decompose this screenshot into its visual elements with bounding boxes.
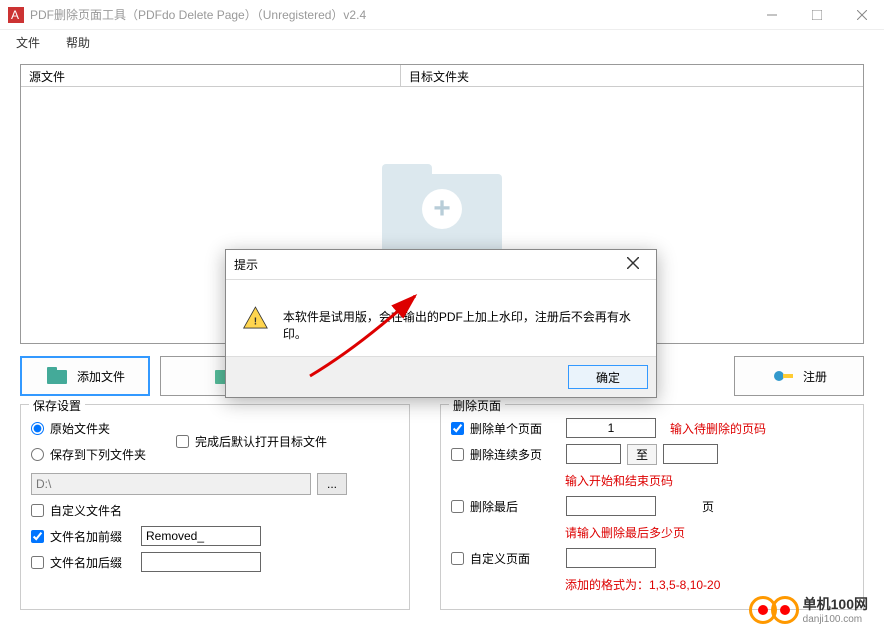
last-pages-input[interactable] [566,496,656,516]
alert-dialog: 提示 ! 本软件是试用版，会在输出的PDF上加上水印，注册后不会再有水印。 确定 [225,249,657,398]
label-delete-last: 删除最后 [470,498,560,515]
dialog-ok-button[interactable]: 确定 [568,365,648,389]
label-delete-custom: 自定义页面 [470,550,560,567]
watermark-main: 单机100网 [803,594,868,614]
close-icon [627,257,639,269]
delete-pages-group: 删除页面 删除单个页面 输入待删除的页码 删除连续多页 至 输入开始和结束页码 … [440,404,864,610]
suffix-input[interactable] [141,552,261,572]
save-settings-group: 保存设置 原始文件夹 保存到下列文件夹 完成后默认打开目标文件 [20,404,410,610]
col-source[interactable]: 源文件 [21,65,401,86]
add-file-button[interactable]: 添加文件 [20,356,150,396]
chk-delete-range[interactable] [451,448,464,461]
maximize-button[interactable] [794,0,839,30]
menu-help[interactable]: 帮助 [62,32,94,53]
watermark-sub: danji100.com [803,614,868,625]
minimize-button[interactable] [749,0,794,30]
chk-open-after[interactable] [176,435,189,448]
col-target[interactable]: 目标文件夹 [401,65,863,86]
window-title: PDF删除页面工具（PDFdo Delete Page）（Unregistere… [30,6,749,23]
label-suffix: 文件名加后缀 [50,554,135,571]
hint-range: 输入开始和结束页码 [565,472,673,489]
chk-custom-name[interactable] [31,504,44,517]
file-list-header: 源文件 目标文件夹 [21,65,863,87]
label-page-unit: 页 [702,498,714,515]
dialog-titlebar: 提示 [226,250,656,280]
single-page-input[interactable] [566,418,656,438]
key-icon [771,364,795,388]
folder-plus-icon: + [382,154,502,254]
chk-delete-last[interactable] [451,500,464,513]
app-icon: A [8,7,24,23]
menubar: 文件 帮助 [0,30,884,54]
close-icon [857,10,867,20]
label-original-folder: 原始文件夹 [50,420,110,437]
chk-delete-single[interactable] [451,422,464,435]
label-open-after: 完成后默认打开目标文件 [195,433,327,450]
label-delete-range: 删除连续多页 [470,446,560,463]
path-input [31,473,311,495]
label-delete-single: 删除单个页面 [470,420,560,437]
register-button[interactable]: 注册 [734,356,864,396]
prefix-input[interactable] [141,526,261,546]
register-label: 注册 [803,368,827,385]
chk-suffix[interactable] [31,556,44,569]
dialog-message: 本软件是试用版，会在输出的PDF上加上水印，注册后不会再有水印。 [283,304,640,342]
chk-prefix[interactable] [31,530,44,543]
dialog-close-button[interactable] [618,256,648,274]
radio-original-folder[interactable] [31,422,44,435]
svg-text:!: ! [254,317,257,328]
custom-pages-input[interactable] [566,548,656,568]
warning-icon: ! [242,304,269,332]
hint-last: 请输入删除最后多少页 [565,524,685,541]
radio-custom-folder[interactable] [31,448,44,461]
svg-text:A: A [11,8,19,22]
save-legend: 保存设置 [29,397,85,414]
maximize-icon [812,10,822,20]
browse-button[interactable]: ... [317,473,347,495]
hint-custom: 添加的格式为：1,3,5-8,10-20 [565,576,720,593]
add-file-label: 添加文件 [77,368,125,385]
menu-file[interactable]: 文件 [12,32,44,53]
label-custom-name: 自定义文件名 [50,502,122,519]
label-to: 至 [627,444,657,465]
add-file-icon [45,364,69,388]
close-button[interactable] [839,0,884,30]
dialog-title: 提示 [234,256,618,273]
hint-single: 输入待删除的页码 [670,420,766,437]
label-custom-folder: 保存到下列文件夹 [50,446,146,463]
range-start-input[interactable] [566,444,621,464]
titlebar: A PDF删除页面工具（PDFdo Delete Page）（Unregiste… [0,0,884,30]
chk-delete-custom[interactable] [451,552,464,565]
label-prefix: 文件名加前缀 [50,528,135,545]
range-end-input[interactable] [663,444,718,464]
watermark-logo: 单机100网 danji100.com [749,594,868,625]
minimize-icon [767,10,777,20]
delete-legend: 删除页面 [449,397,505,414]
logo-icon-2 [771,596,799,624]
